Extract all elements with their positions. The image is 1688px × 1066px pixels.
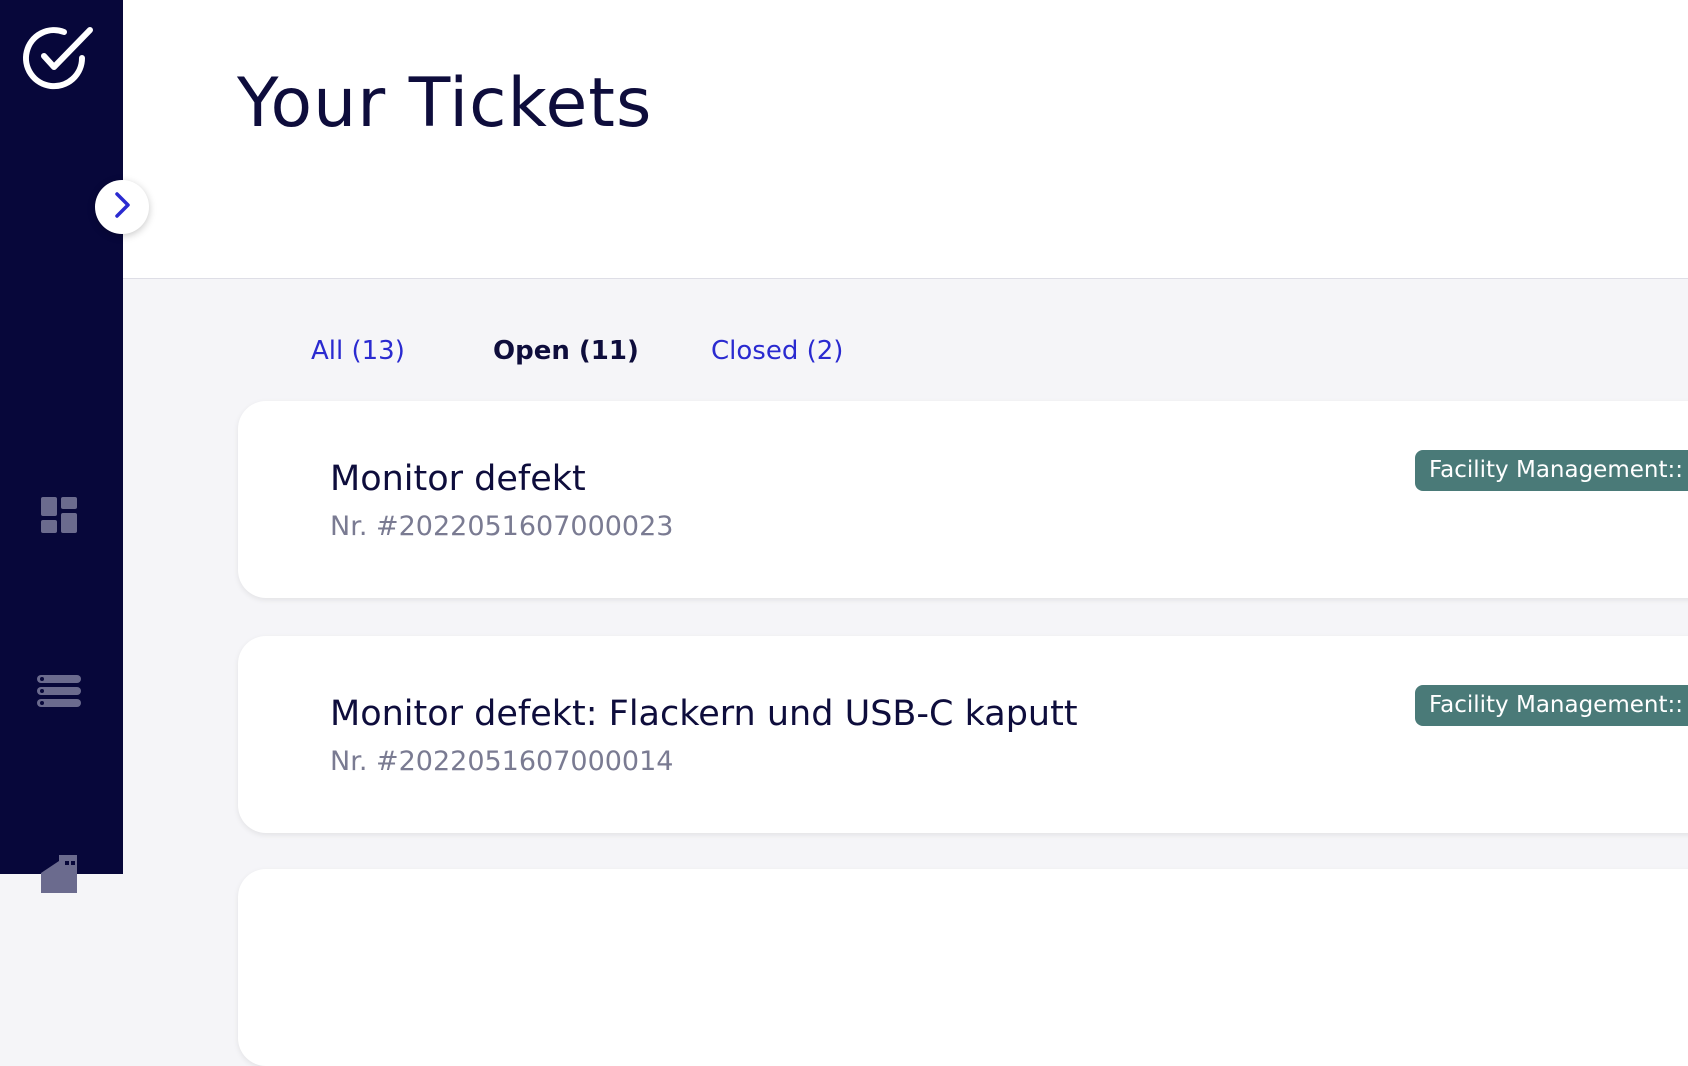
tab-closed[interactable]: Closed (2)	[711, 336, 843, 366]
building-icon[interactable]	[36, 850, 82, 896]
ticket-title: Monitor defekt: Flackern und USB-C kaput…	[330, 694, 1078, 734]
tab-open[interactable]: Open (11)	[493, 336, 639, 366]
list-icon[interactable]	[36, 670, 82, 716]
sidebar-toggle-button[interactable]	[95, 180, 149, 234]
sidebar	[0, 0, 123, 893]
page-title: Your Tickets	[237, 64, 653, 143]
chevron-right-icon	[111, 190, 133, 224]
ticket-number: Nr. #2022051607000014	[330, 746, 674, 777]
ticket-card[interactable]: Monitor defekt Nr. #2022051607000023 Fac…	[238, 401, 1688, 598]
page-header: Your Tickets	[123, 0, 1688, 279]
category-badge: Facility Management::	[1415, 450, 1688, 491]
category-badge: Facility Management::	[1415, 685, 1688, 726]
dashboard-icon[interactable]	[36, 492, 82, 538]
ticket-card[interactable]	[238, 869, 1688, 1066]
tab-all[interactable]: All (13)	[311, 336, 405, 366]
ticket-card[interactable]: Monitor defekt: Flackern und USB-C kaput…	[238, 636, 1688, 833]
logo-icon[interactable]	[20, 22, 96, 92]
ticket-number: Nr. #2022051607000023	[330, 511, 674, 542]
ticket-title: Monitor defekt	[330, 459, 586, 499]
